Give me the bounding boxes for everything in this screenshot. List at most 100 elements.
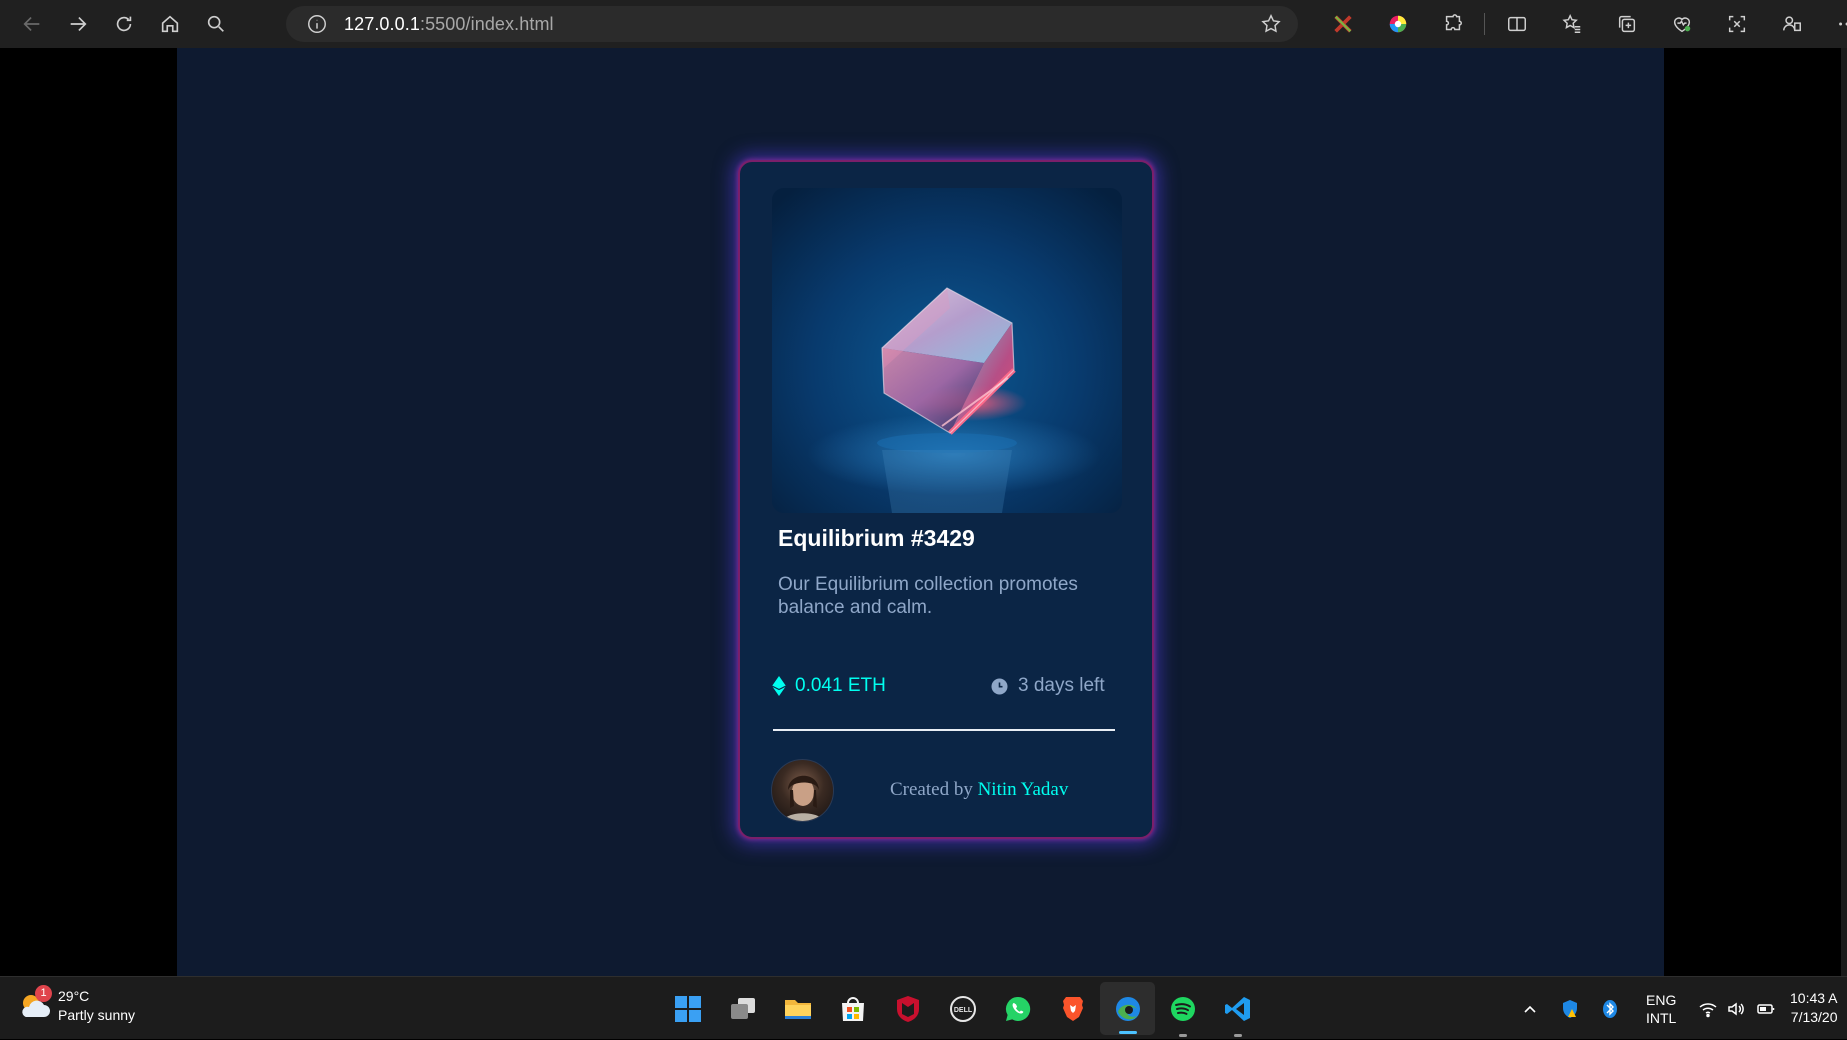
toolbar-divider xyxy=(1484,13,1485,35)
weather-badge: 1 xyxy=(35,985,52,1002)
created-by-prefix: Created by xyxy=(890,779,973,800)
browser-toolbar: 127.0.0.1:5500/index.html xyxy=(0,0,1847,48)
crystal-cube-illustration xyxy=(772,188,1122,513)
collections-icon xyxy=(1616,13,1638,35)
creator-portrait xyxy=(772,760,834,822)
show-hidden-icons-button[interactable] xyxy=(1510,977,1550,1040)
extensions-button[interactable] xyxy=(1425,0,1480,48)
search-icon xyxy=(205,13,227,35)
battery-tray-button[interactable] xyxy=(1750,977,1782,1040)
system-tray: ENG INTL xyxy=(1510,977,1782,1040)
running-indicator xyxy=(1179,1034,1187,1037)
chevron-up-icon xyxy=(1520,999,1540,1019)
favorites-icon xyxy=(1561,13,1583,35)
url-path: :5500/index.html xyxy=(420,14,554,34)
back-arrow-icon xyxy=(21,13,43,35)
forward-button[interactable] xyxy=(60,6,96,42)
speaker-icon xyxy=(1726,999,1746,1019)
home-icon xyxy=(159,13,181,35)
clock-icon xyxy=(991,678,1008,695)
star-icon[interactable] xyxy=(1260,13,1282,35)
task-view-icon xyxy=(728,994,758,1024)
ethereum-icon xyxy=(770,675,788,697)
edge-button[interactable] xyxy=(1100,982,1155,1035)
nft-time-left: 3 days left xyxy=(991,675,1105,697)
bluetooth-tray-button[interactable] xyxy=(1590,977,1630,1040)
svg-text:DELL: DELL xyxy=(953,1007,972,1014)
file-explorer-icon xyxy=(783,994,813,1024)
vscode-icon xyxy=(1223,994,1253,1024)
taskbar-apps: DELL xyxy=(660,977,1265,1040)
puzzle-icon xyxy=(1442,13,1464,35)
file-explorer-button[interactable] xyxy=(770,977,825,1040)
brave-button[interactable] xyxy=(1045,977,1100,1040)
weather-widget[interactable]: 1 29°C Partly sunny xyxy=(18,987,135,1025)
browser-essentials-button[interactable] xyxy=(1654,0,1709,48)
lang-bottom: INTL xyxy=(1646,1009,1676,1027)
nft-title[interactable]: Equilibrium #3429 xyxy=(778,525,975,552)
page-body: Equilibrium #3429 Our Equilibrium collec… xyxy=(177,48,1664,976)
collections-button[interactable] xyxy=(1599,0,1654,48)
created-by-line: Created by Nitin Yadav xyxy=(890,779,1068,801)
running-indicator xyxy=(1119,1031,1137,1034)
store-icon xyxy=(838,994,868,1024)
card-divider xyxy=(773,729,1115,731)
weather-desc: Partly sunny xyxy=(58,1006,135,1025)
split-screen-icon xyxy=(1506,13,1528,35)
nft-card: Equilibrium #3429 Our Equilibrium collec… xyxy=(738,160,1154,839)
mcafee-icon xyxy=(893,994,923,1024)
more-icon xyxy=(1836,13,1847,35)
spotify-icon xyxy=(1168,994,1198,1024)
extension-x-icon xyxy=(1332,13,1354,35)
nft-image[interactable] xyxy=(772,188,1122,513)
system-clock[interactable]: 10:43 A 7/13/20 xyxy=(1790,989,1838,1027)
profile-button[interactable] xyxy=(1764,0,1819,48)
url-host: 127.0.0.1 xyxy=(344,14,420,34)
start-button[interactable] xyxy=(660,977,715,1040)
vscode-button[interactable] xyxy=(1210,977,1265,1040)
scrollbar-track[interactable] xyxy=(1841,48,1847,976)
weather-text: 29°C Partly sunny xyxy=(58,987,135,1025)
address-bar[interactable]: 127.0.0.1:5500/index.html xyxy=(286,6,1298,42)
back-button[interactable] xyxy=(14,6,50,42)
more-button[interactable] xyxy=(1819,0,1847,48)
dell-icon: DELL xyxy=(948,994,978,1024)
refresh-button[interactable] xyxy=(106,6,142,42)
store-button[interactable] xyxy=(825,977,880,1040)
browser-viewport: Equilibrium #3429 Our Equilibrium collec… xyxy=(0,48,1847,976)
color-wheel-button[interactable] xyxy=(1370,0,1425,48)
lang-top: ENG xyxy=(1646,991,1676,1009)
input-language-indicator[interactable]: ENG INTL xyxy=(1646,991,1676,1027)
refresh-icon xyxy=(113,13,135,35)
time-left-value: 3 days left xyxy=(1018,675,1105,697)
volume-tray-button[interactable] xyxy=(1722,977,1750,1040)
wifi-icon xyxy=(1698,999,1718,1019)
browser-extensions xyxy=(1315,0,1847,48)
clock-date: 7/13/20 xyxy=(1790,1008,1838,1027)
creator-name-link[interactable]: Nitin Yadav xyxy=(978,779,1069,800)
screenshot-button[interactable] xyxy=(1709,0,1764,48)
weather-temp: 29°C xyxy=(58,987,135,1006)
battery-icon xyxy=(1756,999,1776,1019)
home-button[interactable] xyxy=(152,6,188,42)
screenshot-icon xyxy=(1726,13,1748,35)
info-icon[interactable] xyxy=(306,13,328,35)
taskbar: 1 29°C Partly sunny DELL xyxy=(0,976,1847,1039)
url-text[interactable]: 127.0.0.1:5500/index.html xyxy=(344,14,554,35)
running-indicator xyxy=(1234,1034,1242,1037)
split-screen-button[interactable] xyxy=(1489,0,1544,48)
search-button[interactable] xyxy=(198,6,234,42)
extension-x-button[interactable] xyxy=(1315,0,1370,48)
security-tray-button[interactable] xyxy=(1550,977,1590,1040)
wifi-tray-button[interactable] xyxy=(1694,977,1722,1040)
task-view-button[interactable] xyxy=(715,977,770,1040)
edge-icon xyxy=(1113,994,1143,1024)
favorites-button[interactable] xyxy=(1544,0,1599,48)
mcafee-button[interactable] xyxy=(880,977,935,1040)
creator-avatar xyxy=(771,759,834,822)
dell-button[interactable]: DELL xyxy=(935,977,990,1040)
nft-description: Our Equilibrium collection promotes bala… xyxy=(778,573,1108,619)
whatsapp-button[interactable] xyxy=(990,977,1045,1040)
spotify-button[interactable] xyxy=(1155,977,1210,1040)
windows-start-icon xyxy=(673,994,703,1024)
